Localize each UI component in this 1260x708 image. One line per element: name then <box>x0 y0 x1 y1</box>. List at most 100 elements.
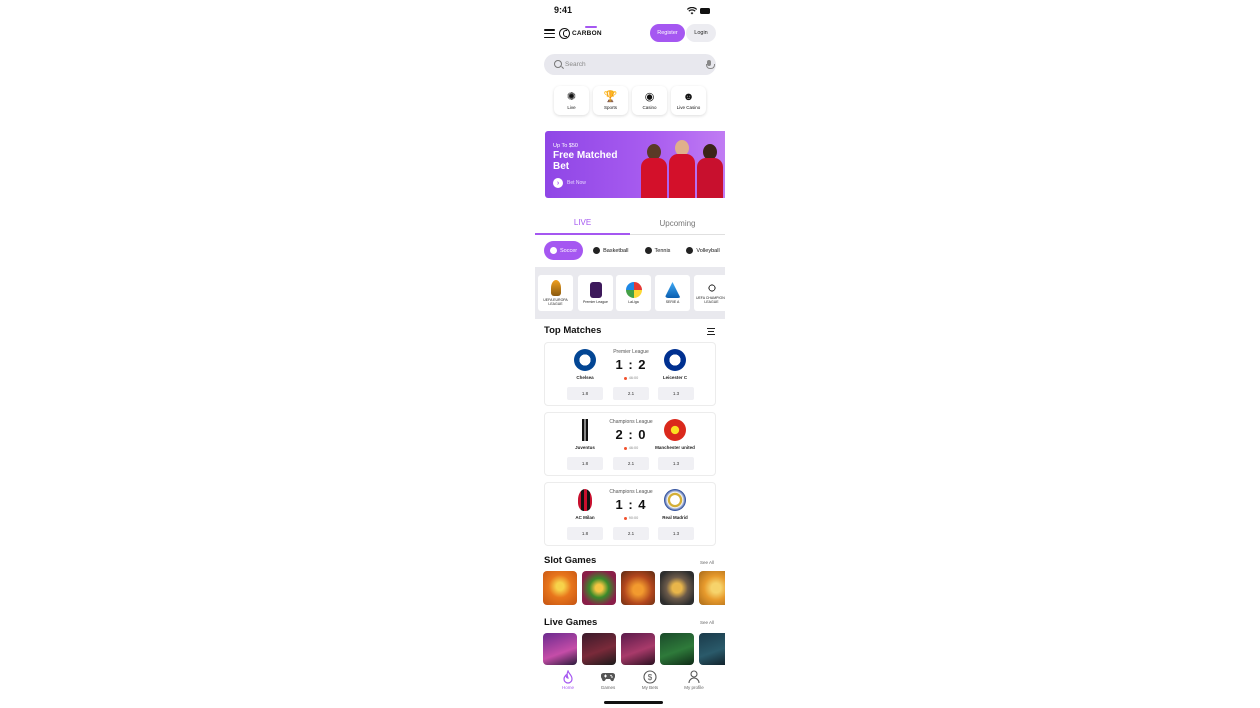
tab-live[interactable]: LIVE <box>535 213 630 235</box>
odds-home-button[interactable]: 1.8 <box>567 457 603 470</box>
champions-league-icon <box>705 282 718 294</box>
league-premier[interactable]: Premier League <box>578 275 613 311</box>
tennis-ball-icon <box>644 247 652 254</box>
manchester-united-crest-icon <box>664 419 686 441</box>
sport-label: Volleyball <box>696 247 720 254</box>
promo-banner[interactable]: Up To $50 Free Matched Bet › Bet Now <box>545 131 725 198</box>
trophy-icon: 🏆 <box>603 91 618 103</box>
category-sports[interactable]: 🏆 Sports <box>593 86 628 115</box>
filter-icon[interactable] <box>707 328 715 335</box>
promo-headline: Free Matched Bet <box>553 150 618 172</box>
live-game-tile[interactable] <box>621 633 655 665</box>
search-icon <box>554 60 562 68</box>
odds-draw-button[interactable]: 2.1 <box>613 457 649 470</box>
match-competition: Champions League <box>609 489 653 495</box>
odds-draw-button[interactable]: 2.1 <box>613 527 649 540</box>
odds-draw-button[interactable]: 2.1 <box>613 387 649 400</box>
sport-label: Tennis <box>654 247 671 254</box>
slot-game-tile[interactable] <box>621 571 655 605</box>
odds-away-button[interactable]: 1.3 <box>658 387 694 400</box>
premier-league-icon <box>589 282 602 298</box>
league-europa[interactable]: UEFA EUROPA LEAGUE <box>538 275 573 311</box>
slot-game-tile[interactable] <box>699 571 725 605</box>
category-label: Sports <box>603 105 617 110</box>
app-header: CARBON Register Login <box>535 22 725 44</box>
league-name: Premier League <box>583 300 608 304</box>
live-games-see-all-link[interactable]: See All <box>700 620 714 625</box>
odds-home-button[interactable]: 1.8 <box>567 527 603 540</box>
tab-games[interactable]: Games <box>590 670 626 690</box>
match-card[interactable]: Champions League 1 : 4 90:00 AC Milan Re… <box>544 482 716 546</box>
logo-text: CARBON <box>572 25 602 37</box>
search-input[interactable] <box>565 58 695 71</box>
sport-label: Soccer <box>560 247 578 254</box>
live-game-tile[interactable] <box>699 633 725 665</box>
tab-label: My profile <box>684 685 704 690</box>
sport-chip-soccer[interactable]: Soccer <box>544 241 584 260</box>
tab-my-bets[interactable]: $ My Bets <box>632 670 668 690</box>
category-label: Live <box>567 105 576 110</box>
player-image <box>697 144 723 198</box>
away-team-name: Real Madrid <box>662 515 688 520</box>
league-laliga[interactable]: LaLiga <box>616 275 651 311</box>
login-button[interactable]: Login <box>686 24 716 42</box>
league-champions[interactable]: UEFA CHAMPIONS LEAGUE <box>694 275 725 311</box>
slot-game-tile[interactable] <box>582 571 616 605</box>
live-dot-icon <box>623 376 627 380</box>
league-strip: UEFA EUROPA LEAGUE Premier League LaLiga… <box>535 267 725 319</box>
chevron-right-icon: › <box>553 178 563 188</box>
top-matches-title: Top Matches <box>544 325 602 336</box>
sport-chip-volleyball[interactable]: Volleyball <box>680 241 725 260</box>
live-game-tile[interactable] <box>543 633 577 665</box>
gamepad-icon <box>590 670 626 684</box>
live-dot-icon <box>623 446 627 450</box>
register-button[interactable]: Register <box>650 24 685 42</box>
odds-home-button[interactable]: 1.8 <box>567 387 603 400</box>
slot-game-tile[interactable] <box>543 571 577 605</box>
search-bar[interactable] <box>544 54 716 75</box>
bottom-tab-bar: Home Games $ My Bets My profile <box>535 667 725 708</box>
live-dot-icon <box>623 516 627 520</box>
status-bar: 9:41 <box>535 5 725 19</box>
match-card[interactable]: Champions League 2 : 0 46:00 Juventus Ma… <box>544 412 716 476</box>
slot-games-see-all-link[interactable]: See All <box>700 560 714 565</box>
match-score: 1 : 4 <box>615 497 647 512</box>
live-icon: ✺ <box>566 91 577 103</box>
match-competition: Premier League <box>613 349 649 355</box>
live-game-tile[interactable] <box>660 633 694 665</box>
slot-games-row <box>543 571 725 605</box>
match-card[interactable]: Premier League 1 : 2 46:00 Chelsea Leice… <box>544 342 716 406</box>
home-indicator <box>604 701 663 704</box>
logo-mark-icon <box>559 27 570 39</box>
slot-games-title: Slot Games <box>544 555 597 566</box>
tab-my-profile[interactable]: My profile <box>676 670 712 690</box>
home-team-name: AC Milan <box>575 515 595 520</box>
match-tabs: LIVE Upcoming <box>535 213 725 235</box>
odds-away-button[interactable]: 1.3 <box>658 457 694 470</box>
menu-icon[interactable] <box>544 29 555 39</box>
soccer-ball-icon <box>550 247 557 254</box>
bet-now-button[interactable]: › Bet Now <box>553 178 586 188</box>
match-clock-time: 46:00 <box>628 446 639 450</box>
odds-away-button[interactable]: 1.3 <box>658 527 694 540</box>
slot-game-tile[interactable] <box>660 571 694 605</box>
category-live-casino[interactable]: ☻ Live Casino <box>671 86 706 115</box>
tab-home[interactable]: Home <box>550 670 586 690</box>
category-casino[interactable]: ◉ Casino <box>632 86 667 115</box>
category-live[interactable]: ✺ Live <box>554 86 589 115</box>
flame-icon <box>550 670 586 684</box>
player-image <box>669 140 695 198</box>
sport-chip-tennis[interactable]: Tennis <box>638 241 677 260</box>
europa-league-icon <box>550 280 561 296</box>
category-label: Live Casino <box>676 105 701 110</box>
profile-icon <box>676 670 712 684</box>
sport-chip-basketball[interactable]: Basketball <box>587 241 635 260</box>
live-game-tile[interactable] <box>582 633 616 665</box>
battery-icon <box>700 8 710 14</box>
microphone-icon[interactable] <box>705 60 715 69</box>
league-serie-a[interactable]: SERIE A <box>655 275 690 311</box>
tab-upcoming[interactable]: Upcoming <box>630 213 725 235</box>
logo: CARBON <box>559 25 602 39</box>
league-name: SERIE A <box>665 300 680 304</box>
league-name: LaLiga <box>628 300 639 304</box>
